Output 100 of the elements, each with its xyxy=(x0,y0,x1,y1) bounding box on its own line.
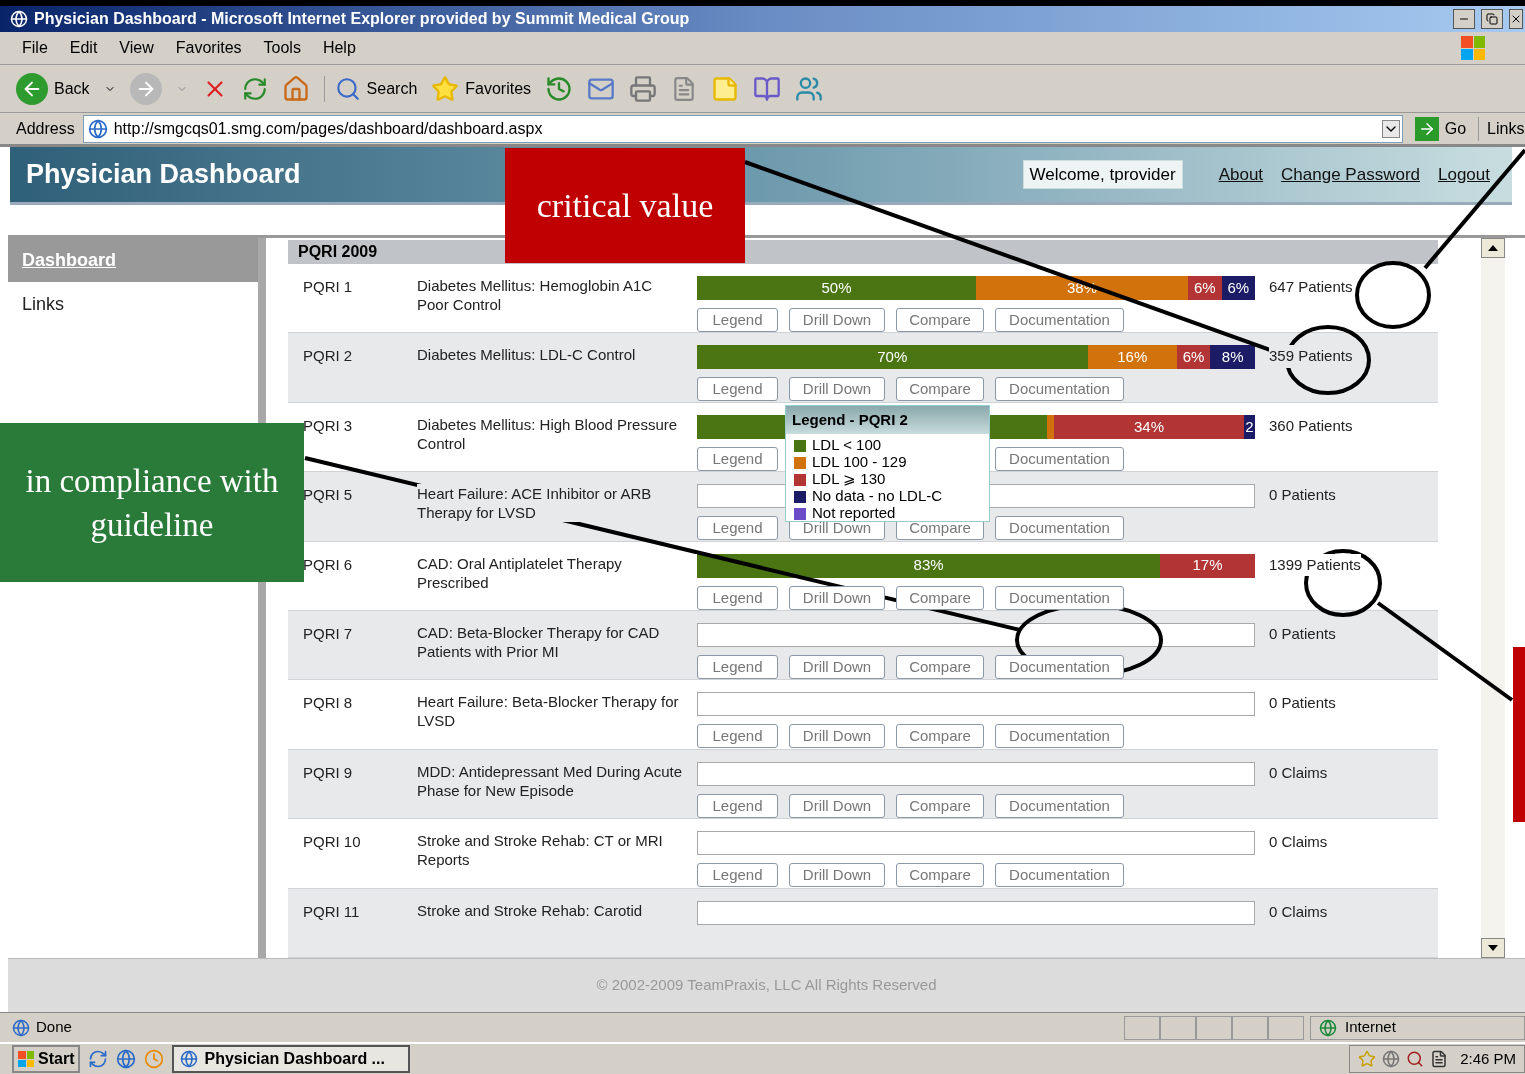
clock-icon[interactable] xyxy=(144,1049,165,1069)
sidebar-item[interactable]: Dashboard xyxy=(8,238,258,282)
menu-item[interactable]: Edit xyxy=(69,36,98,60)
measure-button[interactable]: Documentation xyxy=(995,585,1124,610)
measure-button[interactable]: Legend xyxy=(697,655,778,680)
tray-icon[interactable] xyxy=(1430,1050,1449,1068)
measure-button[interactable]: Documentation xyxy=(995,655,1124,680)
measure-button[interactable]: Drill Down xyxy=(789,585,885,610)
scroll-up-icon[interactable] xyxy=(1488,245,1498,251)
measure-button[interactable]: Compare xyxy=(896,793,984,818)
bar-label: 6% xyxy=(1182,347,1205,368)
measure-button[interactable]: Legend xyxy=(697,516,778,541)
browser-icon xyxy=(180,1050,199,1068)
print-icon[interactable] xyxy=(629,74,658,103)
measure-button[interactable]: Drill Down xyxy=(789,308,885,332)
tray-icon[interactable] xyxy=(1406,1050,1425,1068)
search-icon xyxy=(334,75,361,102)
back-button[interactable]: Back xyxy=(16,72,90,105)
measure-id: PQRI 7 xyxy=(302,624,354,645)
address-field[interactable]: http://smgcqs01.smg.com/pages/dashboard/dashboard.aspx xyxy=(82,114,1403,143)
go-button[interactable]: Go xyxy=(1410,116,1471,141)
favorites-button[interactable]: Favorites xyxy=(431,74,532,103)
measure-id: PQRI 5 xyxy=(302,485,354,506)
measure-id: PQRI 1 xyxy=(302,277,354,297)
status-panel xyxy=(1160,1015,1196,1040)
annotation-text: in compliance with guideline xyxy=(24,461,280,545)
status-panel xyxy=(1196,1015,1232,1040)
scroll-down-icon[interactable] xyxy=(1488,945,1498,951)
search-button[interactable]: Search xyxy=(323,75,418,102)
measure-id: PQRI 6 xyxy=(302,554,354,575)
dropdown-icon[interactable] xyxy=(1381,119,1400,138)
menu-item[interactable]: Help xyxy=(322,36,356,60)
close-button[interactable] xyxy=(1509,9,1523,29)
refresh-icon[interactable] xyxy=(241,75,268,102)
measure-id: PQRI 9 xyxy=(302,762,354,783)
start-button[interactable]: Start xyxy=(12,1045,81,1073)
page-icon xyxy=(12,1018,30,1037)
measure-button[interactable]: Legend xyxy=(697,724,778,749)
status-text: Done xyxy=(36,1017,73,1038)
measure-button[interactable]: Compare xyxy=(896,863,984,888)
bar-label: 8% xyxy=(1221,347,1244,368)
note-icon[interactable] xyxy=(711,74,740,103)
bar-label: 50% xyxy=(821,277,852,298)
patient-count: 1399 Patients xyxy=(1269,553,1361,577)
header-link[interactable]: About xyxy=(1218,161,1264,188)
measure-id: PQRI 11 xyxy=(302,901,361,922)
measure-button[interactable]: Documentation xyxy=(995,516,1124,541)
bar-label: 70% xyxy=(877,347,908,368)
measure-button[interactable]: Legend xyxy=(697,793,778,818)
windows-logo-icon xyxy=(1461,36,1485,60)
measure-button[interactable]: Compare xyxy=(896,585,984,610)
measure-button[interactable]: Documentation xyxy=(995,863,1124,888)
url-text: http://smgcqs01.smg.com/pages/dashboard/dashboard.aspx xyxy=(113,118,544,139)
window-title: Physician Dashboard - Microsoft Internet Explorer provided by Summit Medical Group xyxy=(34,9,690,29)
restore-button[interactable] xyxy=(1481,9,1503,29)
measure-button[interactable]: Compare xyxy=(896,377,984,402)
measure-button[interactable]: Drill Down xyxy=(789,793,885,818)
menu-item[interactable]: Tools xyxy=(263,36,301,60)
measure-button[interactable]: Documentation xyxy=(995,793,1124,818)
page-title: Physician Dashboard xyxy=(26,158,301,192)
measure-button[interactable]: Drill Down xyxy=(789,724,885,749)
header-link[interactable]: Change Password xyxy=(1281,161,1420,188)
links-label[interactable]: Links xyxy=(1478,116,1525,141)
measure-button[interactable]: Drill Down xyxy=(789,863,885,888)
globe-icon xyxy=(1319,1018,1337,1037)
history-icon[interactable] xyxy=(545,74,574,103)
menu-item[interactable]: View xyxy=(119,36,154,60)
menu-item[interactable]: File xyxy=(22,36,48,60)
measure-button[interactable]: Documentation xyxy=(995,377,1124,402)
sidebar-item[interactable]: Links xyxy=(8,282,258,326)
browser-icon xyxy=(10,10,28,28)
measure-id: PQRI 2 xyxy=(302,346,354,367)
measure-button[interactable]: Compare xyxy=(896,308,984,332)
measure-button[interactable]: Documentation xyxy=(995,724,1124,749)
taskbar-window-button[interactable]: Physician Dashboard ... xyxy=(172,1045,411,1073)
clock-time: 2:46 PM xyxy=(1460,1048,1516,1069)
measure-button[interactable]: Compare xyxy=(896,724,984,749)
minimize-button[interactable] xyxy=(1453,9,1475,29)
bar-label: 6% xyxy=(1193,277,1216,298)
measure-button[interactable]: Legend xyxy=(697,377,778,402)
measure-button[interactable]: Legend xyxy=(697,446,778,471)
home-icon[interactable] xyxy=(281,74,310,103)
measure-button[interactable]: Legend xyxy=(697,308,778,332)
bar-label: 34% xyxy=(1133,416,1164,437)
measure-button[interactable]: Legend xyxy=(697,585,778,610)
measure-id: PQRI 10 xyxy=(302,832,362,853)
measure-button[interactable]: Drill Down xyxy=(789,655,885,680)
measure-button[interactable]: Drill Down xyxy=(789,377,885,402)
header-link[interactable]: Logout xyxy=(1438,161,1490,188)
status-panel xyxy=(1268,1015,1304,1040)
page-icon xyxy=(87,118,108,139)
menu-item[interactable]: Favorites xyxy=(175,36,242,60)
popup-title: Legend - PQRI 2 xyxy=(792,409,908,430)
scrollbar[interactable] xyxy=(1481,238,1505,958)
browser-icon[interactable] xyxy=(116,1049,137,1069)
measure-button[interactable]: Documentation xyxy=(995,308,1124,332)
measure-button[interactable]: Compare xyxy=(896,655,984,680)
measure-button[interactable]: Documentation xyxy=(995,446,1124,471)
forward-icon[interactable] xyxy=(129,72,162,105)
measure-button[interactable]: Legend xyxy=(697,863,778,888)
